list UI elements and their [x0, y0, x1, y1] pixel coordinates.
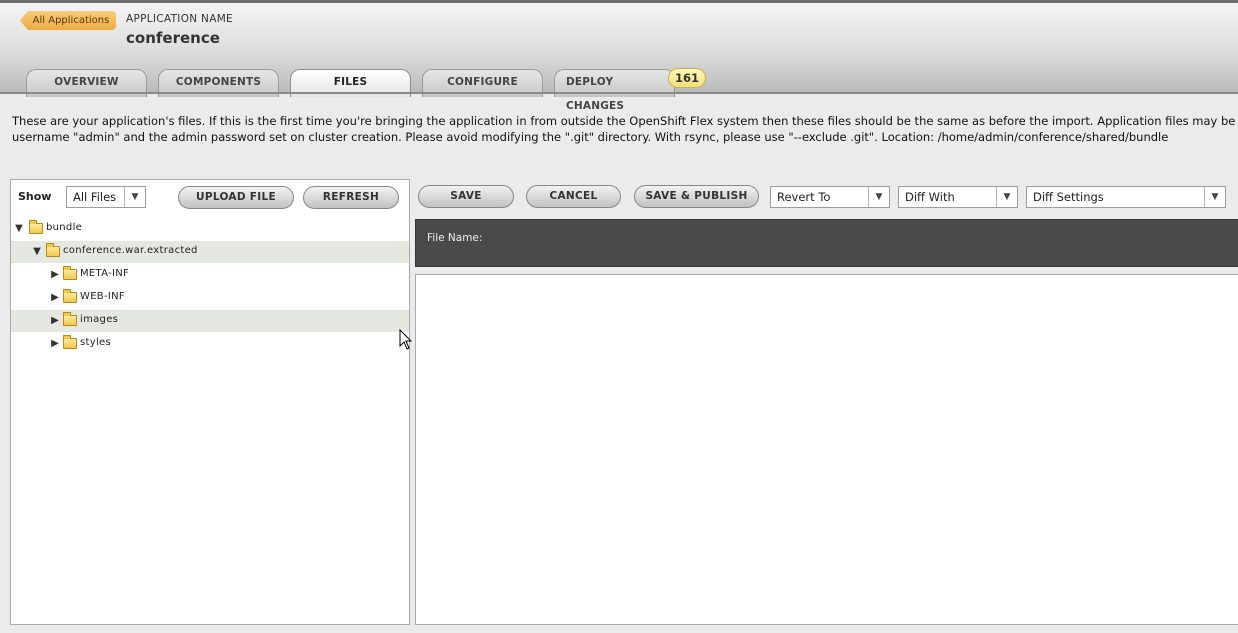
file-name-label: File Name:	[427, 232, 483, 244]
show-label: Show	[18, 190, 52, 203]
chevron-down-icon[interactable]: ▼	[1204, 187, 1225, 207]
chevron-down-icon[interactable]: ▼	[996, 187, 1017, 207]
description-line-2: username "admin" and the admin password …	[12, 130, 1169, 144]
tree-item-label: images	[80, 314, 119, 325]
upload-file-button[interactable]: UPLOAD FILE	[178, 186, 294, 209]
tree-item-label: conference.war.extracted	[63, 245, 198, 256]
file-name-header: File Name:	[415, 219, 1238, 267]
collapse-toggle-icon[interactable]: ▶	[50, 269, 60, 280]
mouse-cursor-icon	[399, 329, 413, 350]
save-publish-button[interactable]: SAVE & PUBLISH	[634, 185, 759, 208]
diff-settings-select[interactable]: Diff Settings ▼	[1026, 186, 1226, 208]
all-applications-button[interactable]: All Applications	[20, 11, 116, 30]
folder-icon	[63, 266, 77, 280]
tree-item-label: WEB-INF	[80, 291, 125, 302]
tab-deploy-changes[interactable]: DEPLOY CHANGES	[554, 69, 675, 112]
tree-item-label: META-INF	[80, 268, 130, 279]
app-header: All Applications APPLICATION NAME confer…	[0, 0, 1238, 112]
refresh-button[interactable]: REFRESH	[303, 186, 399, 209]
folder-icon	[63, 335, 77, 349]
deploy-changes-badge: 161	[668, 68, 706, 88]
folder-icon	[63, 289, 77, 303]
file-editor[interactable]	[415, 274, 1238, 625]
tab-components[interactable]: COMPONENTS	[158, 69, 279, 97]
save-button[interactable]: SAVE	[418, 185, 514, 208]
app-name: conference	[126, 29, 220, 47]
file-tree-panel: Show All Files ▼ UPLOAD FILE REFRESH ▼ b…	[10, 179, 410, 625]
tree-item-images[interactable]: ▶ images	[11, 310, 409, 332]
show-filter-value: All Files	[73, 190, 117, 204]
show-filter-select[interactable]: All Files ▼	[66, 186, 146, 208]
collapse-toggle-icon[interactable]: ▶	[50, 292, 60, 303]
collapse-toggle-icon[interactable]: ▶	[50, 338, 60, 349]
tree-item-conference-war-extracted[interactable]: ▼ conference.war.extracted	[11, 241, 409, 263]
cancel-button[interactable]: CANCEL	[526, 185, 621, 208]
chevron-down-icon[interactable]: ▼	[124, 187, 145, 207]
tree-item-bundle[interactable]: ▼ bundle	[11, 218, 409, 240]
diff-settings-value: Diff Settings	[1033, 190, 1104, 204]
tab-files[interactable]: FILES	[290, 69, 411, 97]
files-description: These are your application's files. If t…	[12, 113, 1238, 149]
tree-item-styles[interactable]: ▶ styles	[11, 333, 409, 355]
description-line-1: These are your application's files. If t…	[12, 114, 1238, 128]
revert-to-value: Revert To	[777, 190, 831, 204]
folder-open-icon	[46, 243, 60, 257]
tree-item-meta-inf[interactable]: ▶ META-INF	[11, 264, 409, 286]
app-name-label: APPLICATION NAME	[126, 13, 233, 25]
diff-with-select[interactable]: Diff With ▼	[898, 186, 1018, 208]
collapse-toggle-icon[interactable]: ▶	[50, 315, 60, 326]
tab-configure[interactable]: CONFIGURE	[422, 69, 543, 97]
tree-item-label: styles	[80, 337, 111, 348]
diff-with-value: Diff With	[905, 190, 955, 204]
tab-overview[interactable]: OVERVIEW	[26, 69, 147, 97]
expand-toggle-icon[interactable]: ▼	[32, 246, 42, 257]
tree-item-web-inf[interactable]: ▶ WEB-INF	[11, 287, 409, 309]
tree-item-label: bundle	[46, 222, 83, 233]
folder-icon	[63, 312, 77, 326]
folder-open-icon	[29, 220, 43, 234]
expand-toggle-icon[interactable]: ▼	[14, 223, 24, 234]
chevron-down-icon[interactable]: ▼	[868, 187, 889, 207]
revert-to-select[interactable]: Revert To ▼	[770, 186, 890, 208]
